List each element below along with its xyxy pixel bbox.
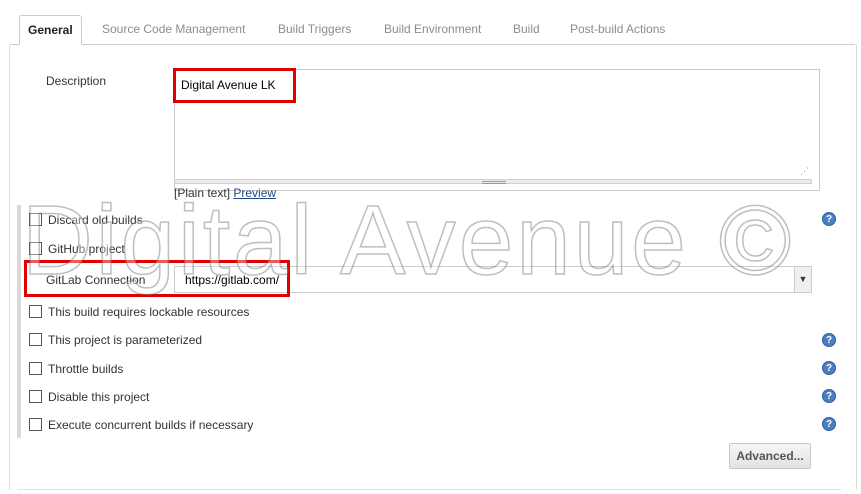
tab-post-build-actions[interactable]: Post-build Actions — [570, 16, 665, 42]
parameterized-label: This project is parameterized — [48, 333, 203, 347]
advanced-button[interactable]: Advanced... — [729, 443, 811, 469]
parameterized-checkbox[interactable] — [29, 333, 42, 346]
throttle-builds-label: Throttle builds — [48, 362, 124, 376]
discard-old-builds-checkbox[interactable] — [29, 213, 42, 226]
plain-text-label: [Plain text] — [174, 186, 231, 200]
description-textarea[interactable]: Digital Avenue LK — [174, 69, 820, 191]
tab-source-code-management[interactable]: Source Code Management — [102, 16, 245, 42]
concurrent-builds-checkbox[interactable] — [29, 418, 42, 431]
gitlab-connection-label: GitLab Connection — [46, 273, 146, 287]
help-icon[interactable]: ? — [822, 361, 836, 375]
description-label: Description — [46, 74, 107, 88]
github-project-checkbox[interactable] — [29, 242, 42, 255]
gitlab-connection-select[interactable]: https://gitlab.com/ ▼ — [174, 266, 812, 293]
section-indent-bar — [17, 205, 21, 438]
tab-build-triggers[interactable]: Build Triggers — [278, 16, 351, 42]
plain-text-note: [Plain text] Preview — [174, 186, 276, 200]
lockable-resources-label: This build requires lockable resources — [48, 305, 250, 319]
help-icon[interactable]: ? — [822, 212, 836, 226]
tab-build-environment[interactable]: Build Environment — [384, 16, 481, 42]
github-project-label: GitHub project — [48, 242, 125, 256]
throttle-builds-checkbox[interactable] — [29, 362, 42, 375]
tab-bar: General Source Code Management Build Tri… — [10, 9, 855, 45]
lockable-resources-checkbox[interactable] — [29, 305, 42, 318]
help-icon[interactable]: ? — [822, 333, 836, 347]
help-icon[interactable]: ? — [822, 417, 836, 431]
disable-project-label: Disable this project — [48, 390, 150, 404]
gitlab-connection-value: https://gitlab.com/ — [185, 273, 280, 287]
concurrent-builds-label: Execute concurrent builds if necessary — [48, 418, 254, 432]
preview-link[interactable]: Preview — [233, 186, 276, 200]
chevron-down-icon[interactable]: ▼ — [794, 267, 811, 292]
disable-project-checkbox[interactable] — [29, 390, 42, 403]
help-icon[interactable]: ? — [822, 389, 836, 403]
divider — [17, 489, 841, 490]
discard-old-builds-label: Discard old builds — [48, 213, 143, 227]
tab-general[interactable]: General — [19, 15, 82, 45]
tab-build[interactable]: Build — [513, 16, 540, 42]
resize-grip-icon[interactable] — [482, 181, 506, 184]
resize-corner-icon[interactable]: ⋰ — [800, 167, 809, 176]
